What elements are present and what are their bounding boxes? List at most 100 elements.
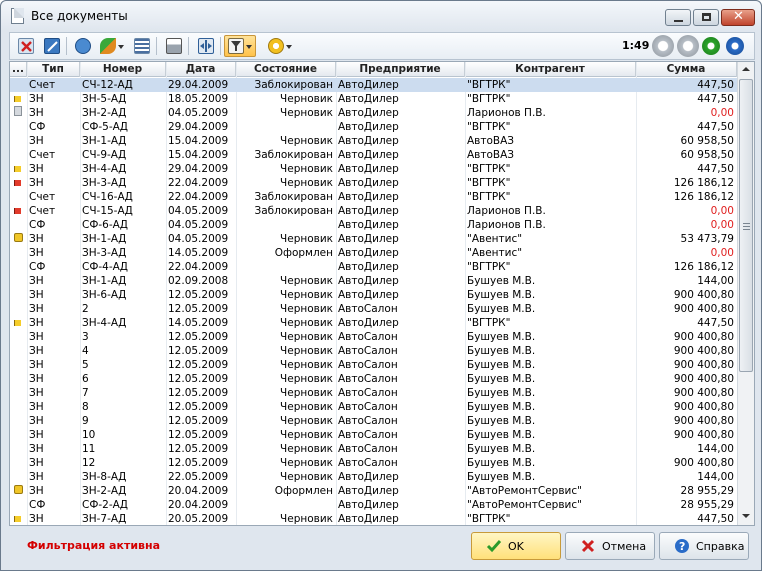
play-button[interactable] [702, 37, 720, 55]
ok-button[interactable]: OK [471, 532, 561, 560]
status-dropdown-button[interactable] [264, 35, 296, 57]
cell-counterparty: Бушуев М.В. [467, 471, 536, 483]
close-button[interactable]: ✕ [721, 9, 755, 26]
cell-company: АвтоДилер [338, 163, 399, 175]
table-row[interactable]: ЗН ЗН-3-АД 22.04.2009 Черновик АвтоДилер "ВГТ… [10, 176, 737, 190]
copy-doc-icon [75, 38, 91, 54]
table-row[interactable]: ЗН ЗН-8-АД 22.05.2009 Черновик АвтоДилер Бушу… [10, 470, 737, 484]
cell-state: Черновик [280, 513, 333, 525]
cancel-label: Отмена [602, 540, 647, 553]
table-row[interactable]: ЗН 4 12.05.2009 Черновик АвтоСалон Бушуев М.В… [10, 344, 737, 358]
table-row[interactable]: ЗН 8 12.05.2009 Черновик АвтоСалон Бушуев М.В… [10, 400, 737, 414]
edit-icon [44, 38, 60, 54]
scroll-up-button[interactable] [738, 62, 754, 77]
row-mark [10, 260, 27, 274]
row-mark [10, 134, 27, 148]
cell-date: 12.05.2009 [168, 415, 229, 427]
table-row[interactable]: ЗН ЗН-2-АД 04.05.2009 Черновик АвтоДилер Лари… [10, 106, 737, 120]
cell-date: 15.04.2009 [168, 135, 229, 147]
col-header-mark[interactable]: ... [10, 62, 27, 77]
maximize-button[interactable] [693, 9, 719, 26]
cell-company: АвтоДилер [338, 261, 399, 273]
table-row[interactable]: ЗН ЗН-1-АД 02.09.2008 Черновик АвтоДилер Бушу… [10, 274, 737, 288]
cell-date: 12.05.2009 [168, 345, 229, 357]
vertical-scrollbar[interactable] [737, 62, 754, 525]
cell-counterparty: Бушуев М.В. [467, 373, 536, 385]
ok-label: OK [508, 540, 524, 553]
table-row[interactable]: ЗН ЗН-4-АД 14.05.2009 Черновик АвтоДилер "ВГТ… [10, 316, 737, 330]
delete-button[interactable] [14, 35, 36, 57]
cell-date: 29.04.2009 [168, 79, 229, 91]
col-header-number[interactable]: Номер [80, 62, 166, 77]
row-mark [10, 344, 27, 358]
edit-button[interactable] [40, 35, 62, 57]
row-mark [10, 358, 27, 372]
table-row[interactable]: ЗН ЗН-4-АД 29.04.2009 Черновик АвтоДилер "ВГТ… [10, 162, 737, 176]
lock-icon [14, 485, 23, 494]
scroll-down-button[interactable] [738, 509, 754, 524]
minimize-button[interactable] [665, 9, 691, 26]
cell-date: 20.05.2009 [168, 513, 229, 525]
table-row[interactable]: ЗН ЗН-7-АД 20.05.2009 Черновик АвтоДилер "ВГТ… [10, 512, 737, 525]
table-row[interactable]: ЗН ЗН-1-АД 15.04.2009 Черновик АвтоДилер Авто… [10, 134, 737, 148]
table-row[interactable]: ЗН 3 12.05.2009 Черновик АвтоСалон Бушуев М.В… [10, 330, 737, 344]
row-mark [10, 428, 27, 442]
filter-dropdown-button[interactable] [224, 35, 256, 57]
table-row[interactable]: ЗН 7 12.05.2009 Черновик АвтоСалон Бушуев М.В… [10, 386, 737, 400]
table-row[interactable]: ЗН 2 12.05.2009 Черновик АвтоСалон Бушуев М.В… [10, 302, 737, 316]
help-button[interactable]: ? Справка [659, 532, 749, 560]
table-row[interactable]: ЗН ЗН-6-АД 12.05.2009 Черновик АвтоДилер Бушу… [10, 288, 737, 302]
table-row[interactable]: ЗН ЗН-2-АД 20.04.2009 Оформлен АвтоДилер "Авт… [10, 484, 737, 498]
disabled-round-button[interactable] [652, 35, 674, 57]
table-row[interactable]: СФ СФ-5-АД 29.04.2009 АвтоДилер "ВГТРК" 447,5… [10, 120, 737, 134]
table-row[interactable]: ЗН 9 12.05.2009 Черновик АвтоСалон Бушуев М.В… [10, 414, 737, 428]
table-row[interactable]: ЗН 5 12.05.2009 Черновик АвтоСалон Бушуев М.В… [10, 358, 737, 372]
cell-state: Заблокирован [254, 149, 333, 161]
cell-type: Счет [29, 205, 56, 217]
table-row[interactable]: СФ СФ-2-АД 20.04.2009 АвтоДилер "АвтоРемонтС… [10, 498, 737, 512]
print-button[interactable] [162, 35, 184, 57]
table-row[interactable]: Счет СЧ-15-АД 04.05.2009 Заблокирован АвтоДи… [10, 204, 737, 218]
table-row[interactable]: СФ СФ-4-АД 22.04.2009 АвтоДилер "ВГТРК" 126 1… [10, 260, 737, 274]
scroll-thumb[interactable] [739, 79, 753, 372]
table-row[interactable]: Счет СЧ-9-АД 15.04.2009 Заблокирован АвтоДил… [10, 148, 737, 162]
next-button[interactable] [726, 37, 744, 55]
table-row[interactable]: ЗН 10 12.05.2009 Черновик АвтоСалон Бушуев М.… [10, 428, 737, 442]
cell-type: СФ [29, 219, 46, 231]
cell-type: ЗН [29, 415, 44, 427]
cell-state: Черновик [280, 387, 333, 399]
split-button[interactable] [194, 35, 216, 57]
col-header-company[interactable]: Предприятие [336, 62, 465, 77]
paint-dropdown-button[interactable] [96, 35, 128, 57]
cell-number: 2 [82, 303, 89, 315]
cell-sum: 28 955,29 [680, 499, 734, 511]
table-row[interactable]: ЗН 6 12.05.2009 Черновик АвтоСалон Бушуев М.В… [10, 372, 737, 386]
col-header-state[interactable]: Состояние [236, 62, 336, 77]
col-header-date[interactable]: Дата [166, 62, 236, 77]
cell-number: 8 [82, 401, 89, 413]
window-title: Все документы [31, 9, 128, 23]
cell-counterparty: Ларионов П.В. [467, 107, 546, 119]
table-row[interactable]: ЗН ЗН-1-АД 04.05.2009 Черновик АвтоДилер "Аве… [10, 232, 737, 246]
cell-state: Черновик [280, 107, 333, 119]
table-row[interactable]: Счет СЧ-16-АД 22.04.2009 Заблокирован АвтоДи… [10, 190, 737, 204]
disabled-round-button[interactable] [677, 35, 699, 57]
table-row[interactable]: СФ СФ-6-АД 04.05.2009 АвтоДилер Ларионов П.В… [10, 218, 737, 232]
cell-sum: 0,00 [710, 219, 734, 231]
table-row[interactable]: ЗН 11 12.05.2009 Черновик АвтоСалон Бушуев М.… [10, 442, 737, 456]
documents-grid[interactable]: ... Тип Номер Дата Состояние Предприятие… [9, 61, 755, 526]
table-row[interactable]: Счет СЧ-12-АД 29.04.2009 Заблокирован АвтоДи… [10, 78, 737, 92]
list-button[interactable] [130, 35, 152, 57]
cancel-button[interactable]: Отмена [565, 532, 655, 560]
table-row[interactable]: ЗН 12 12.05.2009 Черновик АвтоСалон Бушуев М.… [10, 456, 737, 470]
cell-number: СЧ-15-АД [82, 205, 133, 217]
col-header-sum[interactable]: Сумма [636, 62, 737, 77]
table-row[interactable]: ЗН ЗН-5-АД 18.05.2009 Черновик АвтоДилер "ВГТ… [10, 92, 737, 106]
cell-counterparty: "ВГТРК" [467, 317, 511, 329]
title-bar[interactable]: Все документы ✕ [1, 1, 761, 31]
copy-document-button[interactable] [71, 35, 93, 57]
col-header-type[interactable]: Тип [27, 62, 80, 77]
table-row[interactable]: ЗН ЗН-3-АД 14.05.2009 Оформлен АвтоДилер "Аве… [10, 246, 737, 260]
cell-type: СФ [29, 261, 46, 273]
col-header-counterparty[interactable]: Контрагент [465, 62, 636, 77]
